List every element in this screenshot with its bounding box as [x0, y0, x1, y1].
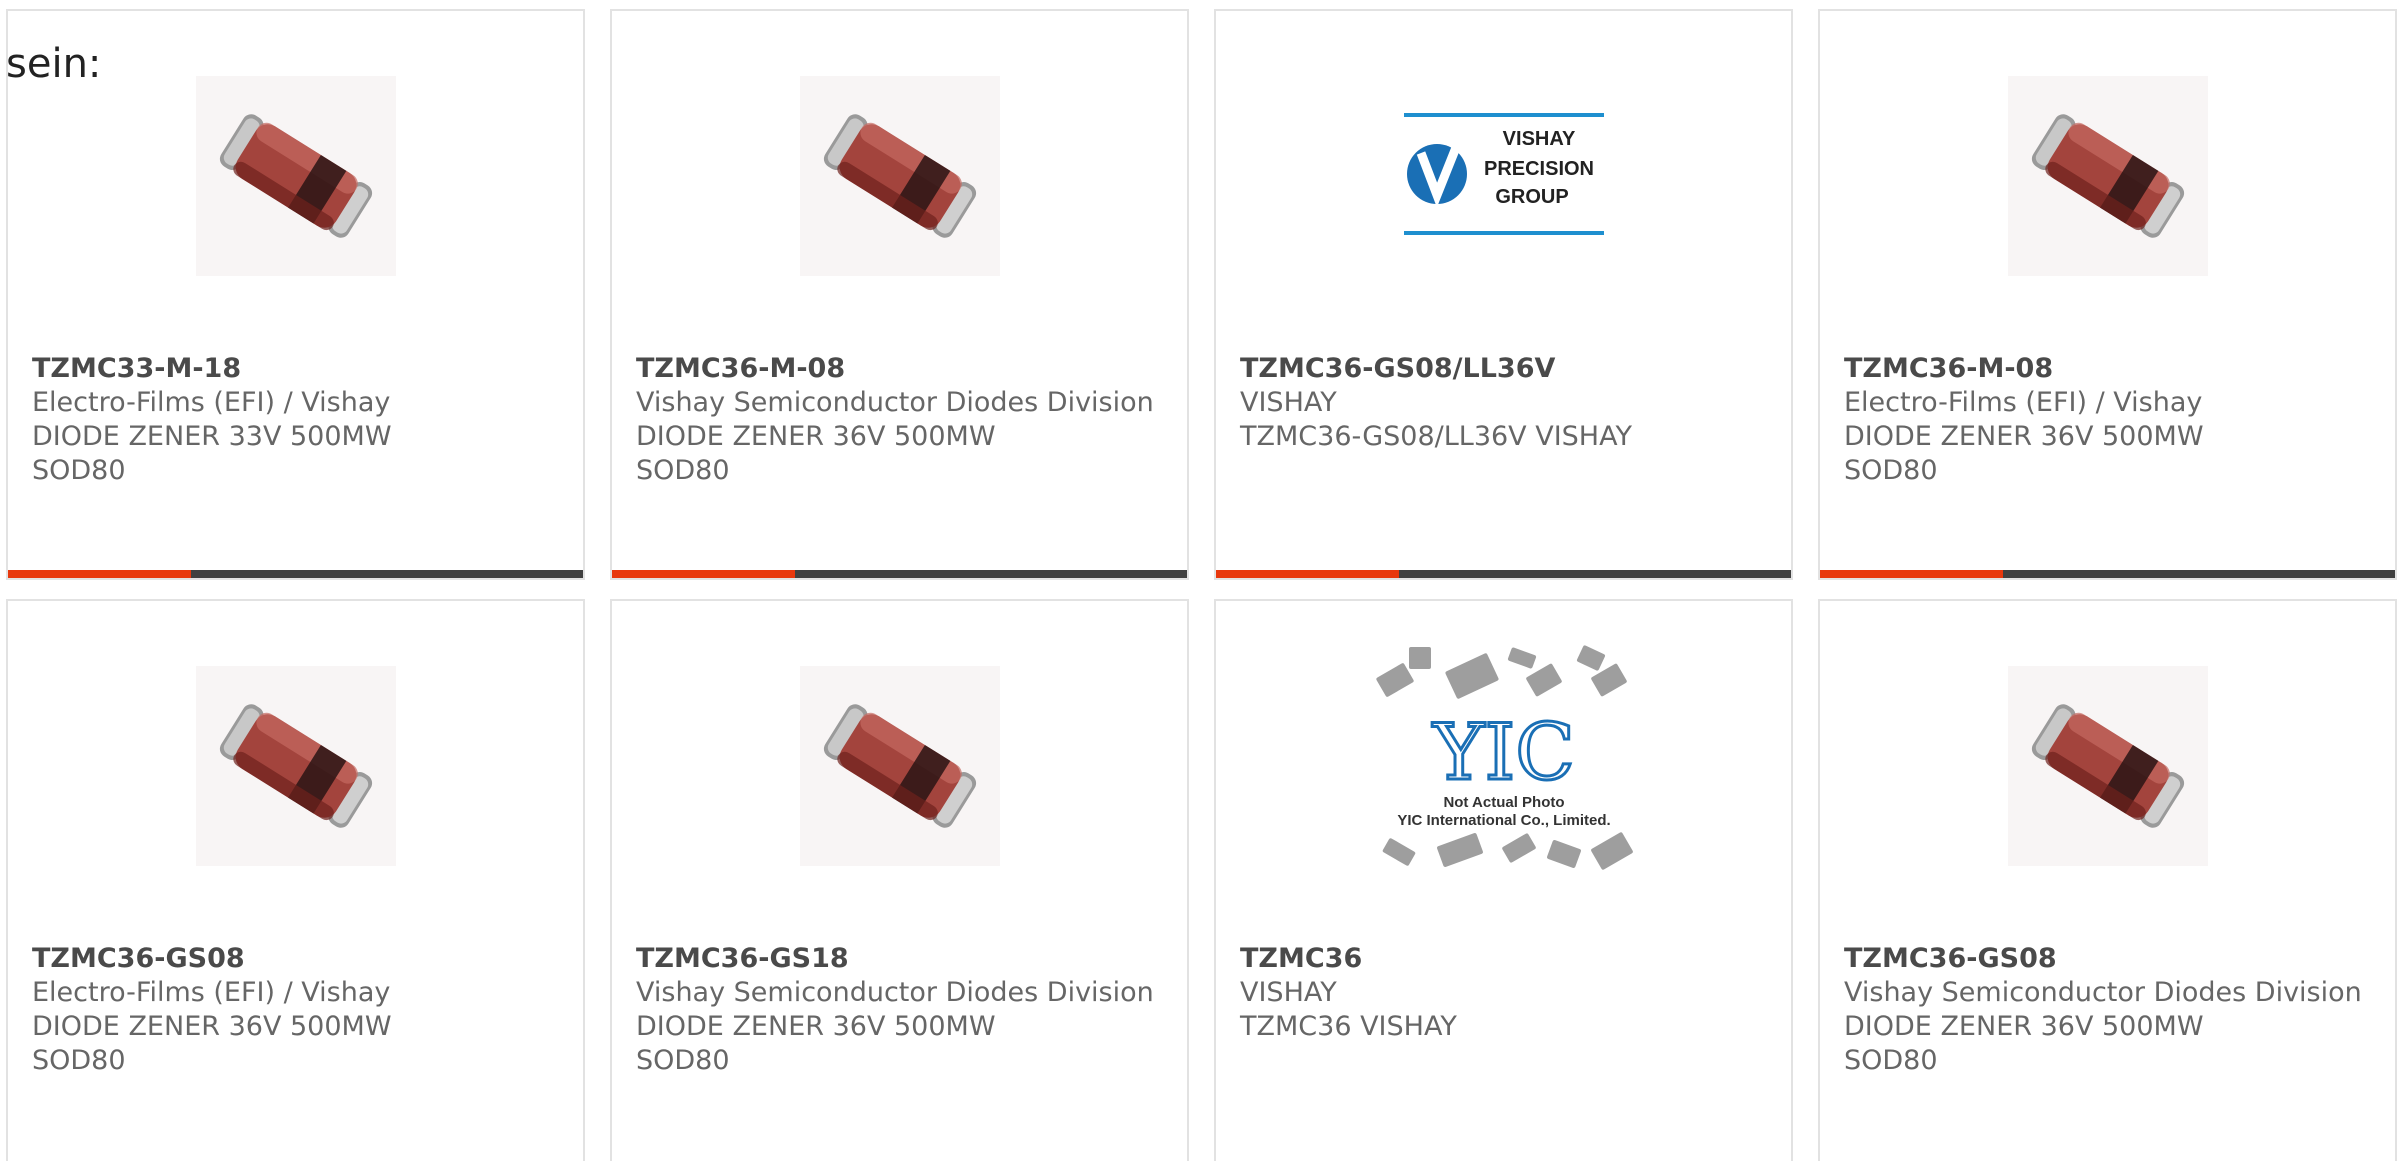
diode-photo [195, 666, 396, 866]
product-info: TZMC36-GS08/LL36V VISHAY TZMC36-GS08/LL3… [1240, 352, 1779, 454]
product-card[interactable]: YIC Not Actual Photo YIC International C… [1214, 599, 1793, 1161]
part-number[interactable]: TZMC36-GS08 [32, 942, 571, 976]
diode-photo [799, 666, 1000, 866]
description: TZMC36-GS08/LL36V VISHAY [1240, 421, 1632, 452]
product-image[interactable] [8, 71, 583, 281]
product-image[interactable] [1820, 71, 2395, 281]
card-bar [8, 570, 583, 578]
package: SOD80 [1844, 1045, 1938, 1076]
part-number[interactable]: TZMC36-GS18 [636, 942, 1175, 976]
svg-text:YIC International Co., Limited: YIC International Co., Limited. [1397, 812, 1610, 829]
svg-text:PRECISION: PRECISION [1483, 158, 1593, 180]
product-image[interactable] [612, 71, 1187, 281]
product-image[interactable]: YIC Not Actual Photo YIC International C… [1216, 645, 1791, 871]
package: SOD80 [1844, 455, 1938, 486]
vishay-logo: VISHAY PRECISION GROUP [1399, 109, 1609, 243]
manufacturer: Vishay Semiconductor Diodes Division [636, 387, 1154, 418]
product-card[interactable]: TZMC36-M-08 Electro-Films (EFI) / Vishay… [1818, 9, 2397, 580]
description: DIODE ZENER 36V 500MW [1844, 1011, 2204, 1042]
part-number[interactable]: TZMC36-M-08 [636, 352, 1175, 386]
product-info: TZMC36-GS18 Vishay Semiconductor Diodes … [636, 942, 1175, 1078]
description: DIODE ZENER 36V 500MW [32, 1011, 392, 1042]
svg-text:GROUP: GROUP [1495, 186, 1568, 208]
card-bar [1216, 570, 1791, 578]
product-image[interactable] [1820, 661, 2395, 871]
manufacturer: Electro-Films (EFI) / Vishay [32, 977, 391, 1008]
product-image[interactable] [8, 661, 583, 871]
product-info: TZMC36-GS08 Electro-Films (EFI) / Vishay… [32, 942, 571, 1078]
product-card[interactable]: TZMC36-M-08 Vishay Semiconductor Diodes … [610, 9, 1189, 580]
card-bar [1820, 570, 2395, 578]
product-card[interactable]: VISHAY PRECISION GROUP TZMC36-GS08/LL36V… [1214, 9, 1793, 580]
description: DIODE ZENER 36V 500MW [1844, 421, 2204, 452]
manufacturer: Electro-Films (EFI) / Vishay [32, 387, 391, 418]
description: DIODE ZENER 33V 500MW [32, 421, 392, 452]
product-image[interactable]: VISHAY PRECISION GROUP [1216, 71, 1791, 281]
page: sein: TZMC33-M-18 Electro-Films (EFI) / … [0, 0, 2400, 1161]
card-bar [612, 570, 1187, 578]
manufacturer: Vishay Semiconductor Diodes Division [636, 977, 1154, 1008]
svg-text:Not Actual Photo: Not Actual Photo [1443, 794, 1564, 811]
description: DIODE ZENER 36V 500MW [636, 1011, 996, 1042]
product-info: TZMC36-GS08 Vishay Semiconductor Diodes … [1844, 942, 2383, 1078]
product-image[interactable] [612, 661, 1187, 871]
diode-photo [2007, 666, 2208, 866]
diode-photo [799, 76, 1000, 276]
description: DIODE ZENER 36V 500MW [636, 421, 996, 452]
product-info: TZMC33-M-18 Electro-Films (EFI) / Vishay… [32, 352, 571, 488]
card-bar-accent [1820, 570, 2003, 578]
manufacturer: VISHAY [1240, 977, 1337, 1008]
yic-placeholder-image: YIC Not Actual Photo YIC International C… [1364, 639, 1644, 893]
package: SOD80 [636, 1045, 730, 1076]
svg-text:YIC: YIC [1432, 708, 1575, 798]
card-bar-accent [612, 570, 795, 578]
intro-text: sein: [6, 41, 102, 87]
svg-text:VISHAY: VISHAY [1502, 128, 1575, 150]
package: SOD80 [636, 455, 730, 486]
product-info: TZMC36 VISHAY TZMC36 VISHAY [1240, 942, 1779, 1044]
part-number[interactable]: TZMC36-GS08 [1844, 942, 2383, 976]
part-number[interactable]: TZMC36-GS08/LL36V [1240, 352, 1779, 386]
diode-photo [195, 76, 396, 276]
product-card[interactable]: TZMC36-GS08 Vishay Semiconductor Diodes … [1818, 599, 2397, 1161]
product-card[interactable]: TZMC36-GS18 Vishay Semiconductor Diodes … [610, 599, 1189, 1161]
package: SOD80 [32, 1045, 126, 1076]
manufacturer: VISHAY [1240, 387, 1337, 418]
package: SOD80 [32, 455, 126, 486]
part-number[interactable]: TZMC36-M-08 [1844, 352, 2383, 386]
card-bar-accent [1216, 570, 1399, 578]
product-card[interactable]: TZMC36-GS08 Electro-Films (EFI) / Vishay… [6, 599, 585, 1161]
manufacturer: Electro-Films (EFI) / Vishay [1844, 387, 2203, 418]
description: TZMC36 VISHAY [1240, 1011, 1457, 1042]
product-card[interactable]: TZMC33-M-18 Electro-Films (EFI) / Vishay… [6, 9, 585, 580]
diode-photo [2007, 76, 2208, 276]
manufacturer: Vishay Semiconductor Diodes Division [1844, 977, 2362, 1008]
card-bar-accent [8, 570, 191, 578]
part-number[interactable]: TZMC36 [1240, 942, 1779, 976]
part-number[interactable]: TZMC33-M-18 [32, 352, 571, 386]
product-info: TZMC36-M-08 Electro-Films (EFI) / Vishay… [1844, 352, 2383, 488]
product-grid: TZMC33-M-18 Electro-Films (EFI) / Vishay… [0, 0, 2400, 1161]
product-info: TZMC36-M-08 Vishay Semiconductor Diodes … [636, 352, 1175, 488]
